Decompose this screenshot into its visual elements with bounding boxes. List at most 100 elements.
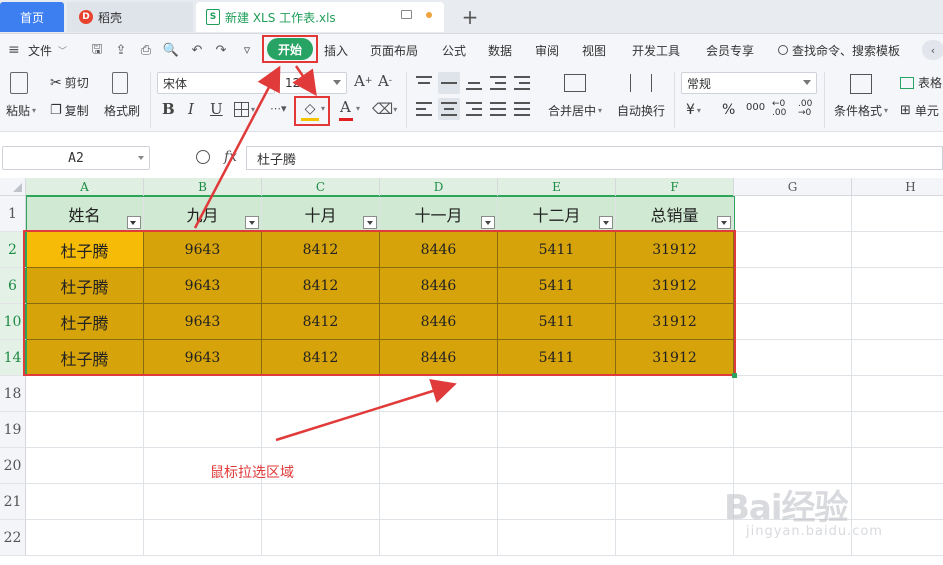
align-left-icon[interactable] (416, 102, 432, 116)
cell-empty[interactable] (26, 376, 144, 412)
italic-icon[interactable]: I (188, 100, 194, 118)
conditional-format-button[interactable]: 条件格式 ▾ (834, 102, 888, 119)
undo-icon[interactable]: ↶ (190, 43, 204, 58)
decrease-font-icon[interactable]: A- (378, 72, 392, 90)
menu-tab-view[interactable]: 视图 (582, 34, 606, 66)
redo-icon[interactable]: ↷ (214, 43, 228, 58)
cell-empty[interactable] (144, 376, 262, 412)
column-header-b[interactable]: B (144, 178, 262, 197)
cell-empty[interactable] (498, 484, 616, 520)
indent-increase-icon[interactable] (514, 76, 530, 90)
font-color-icon[interactable]: A (340, 98, 351, 116)
cell-empty[interactable] (26, 448, 144, 484)
column-header-c[interactable]: C (262, 178, 380, 197)
decrease-decimal-icon[interactable]: .00 →0 (798, 100, 812, 118)
increase-decimal-icon[interactable]: ←0.00 (772, 100, 786, 118)
font-color-dropdown-icon[interactable]: ▾ (356, 104, 360, 113)
align-right-icon[interactable] (466, 102, 482, 116)
cell-empty[interactable] (734, 412, 852, 448)
menu-tab-data[interactable]: 数据 (488, 34, 512, 66)
cell-empty[interactable] (380, 448, 498, 484)
cell-empty[interactable] (616, 484, 734, 520)
cell-empty[interactable] (852, 196, 943, 232)
percent-icon[interactable]: % (722, 102, 735, 118)
menu-tab-page-layout[interactable]: 页面布局 (370, 34, 418, 66)
row-header-21[interactable]: 21 (0, 484, 26, 520)
menu-tab-review[interactable]: 审阅 (535, 34, 559, 66)
cell-empty[interactable] (852, 376, 943, 412)
customize-toolbar-icon[interactable]: ▿ (240, 43, 254, 58)
cell-empty[interactable] (380, 376, 498, 412)
column-header-f[interactable]: F (616, 178, 734, 197)
thousands-icon[interactable]: 000 (746, 102, 765, 113)
cell-empty[interactable] (734, 268, 852, 304)
cell-empty[interactable] (262, 484, 380, 520)
cell-empty[interactable] (498, 520, 616, 556)
tab-home[interactable]: 首页 (0, 2, 64, 32)
paste-icon[interactable] (10, 72, 28, 94)
cell-empty[interactable] (498, 448, 616, 484)
column-header-h[interactable]: H (852, 178, 943, 196)
cell-empty[interactable] (262, 412, 380, 448)
wrap-text-button[interactable]: 自动换行 (617, 102, 665, 119)
align-center-icon[interactable] (438, 98, 460, 120)
command-search[interactable]: 查找命令、搜索模板 (778, 34, 900, 66)
column-header-d[interactable]: D (380, 178, 498, 197)
cell-empty[interactable] (852, 412, 943, 448)
print-icon[interactable]: ⎙ (139, 43, 153, 58)
menu-tab-formula[interactable]: 公式 (442, 34, 466, 66)
formula-input[interactable]: 杜子腾 (246, 146, 943, 170)
format-painter-icon[interactable] (112, 72, 128, 94)
cell-empty[interactable] (380, 484, 498, 520)
row-header-22[interactable]: 22 (0, 520, 26, 556)
cell-empty[interactable] (852, 304, 943, 340)
cell-empty[interactable] (616, 412, 734, 448)
select-all-corner[interactable] (0, 178, 26, 196)
cell-empty[interactable] (380, 520, 498, 556)
cell-empty[interactable] (734, 196, 852, 232)
cell-empty[interactable] (26, 484, 144, 520)
copy-button[interactable]: ❐ 复制 (50, 102, 89, 119)
column-header-e[interactable]: E (498, 178, 616, 197)
hamburger-menu-icon[interactable]: ≡ (8, 34, 20, 66)
more-border-icon[interactable]: ⋯▾ (270, 102, 287, 115)
cut-button[interactable]: ✂ 剪切 (50, 74, 89, 91)
conditional-format-icon[interactable] (850, 74, 872, 94)
paste-button[interactable]: 粘贴 ▾ (6, 102, 36, 119)
underline-icon[interactable]: U (210, 100, 223, 118)
zoom-icon[interactable] (196, 150, 210, 164)
cell-empty[interactable] (852, 232, 943, 268)
cell-empty[interactable] (734, 232, 852, 268)
eraser-icon[interactable]: ⌫ ▾ (372, 100, 397, 118)
save-icon[interactable]: 🖫 (90, 42, 104, 57)
column-header-a[interactable]: A (26, 178, 144, 197)
cell-empty[interactable] (734, 376, 852, 412)
cell-empty[interactable] (616, 376, 734, 412)
name-box[interactable]: A2 (2, 146, 150, 170)
distribute-icon[interactable] (514, 102, 530, 116)
row-header-20[interactable]: 20 (0, 448, 26, 484)
row-header-18[interactable]: 18 (0, 376, 26, 412)
tab-daoke[interactable]: D 稻壳 (67, 2, 193, 32)
cell-empty[interactable] (26, 520, 144, 556)
cell-empty[interactable] (144, 484, 262, 520)
cell-empty[interactable] (852, 340, 943, 376)
menu-file[interactable]: 文件 ﹀ (28, 34, 67, 66)
more-icon[interactable]: ‹ (922, 40, 943, 60)
bold-icon[interactable]: B (162, 100, 175, 118)
indent-decrease-icon[interactable] (490, 76, 506, 90)
row-header-1[interactable]: 1 (0, 196, 26, 232)
monitor-icon[interactable] (401, 10, 412, 19)
cell-empty[interactable] (852, 268, 943, 304)
merge-center-button[interactable]: 合并居中 ▾ (548, 102, 602, 119)
menu-tab-developer[interactable]: 开发工具 (632, 34, 680, 66)
cell-empty[interactable] (498, 412, 616, 448)
increase-font-icon[interactable]: A + (354, 72, 372, 90)
format-painter-button[interactable]: 格式刷 (104, 102, 140, 119)
cell-empty[interactable] (380, 412, 498, 448)
print-preview-icon[interactable]: 🔍 (163, 43, 179, 58)
cell-button[interactable]: ⊞ 单元 (900, 102, 939, 119)
menu-tab-member[interactable]: 会员专享 (706, 34, 754, 66)
cell-empty[interactable] (852, 448, 943, 484)
fill-handle[interactable] (732, 373, 737, 378)
